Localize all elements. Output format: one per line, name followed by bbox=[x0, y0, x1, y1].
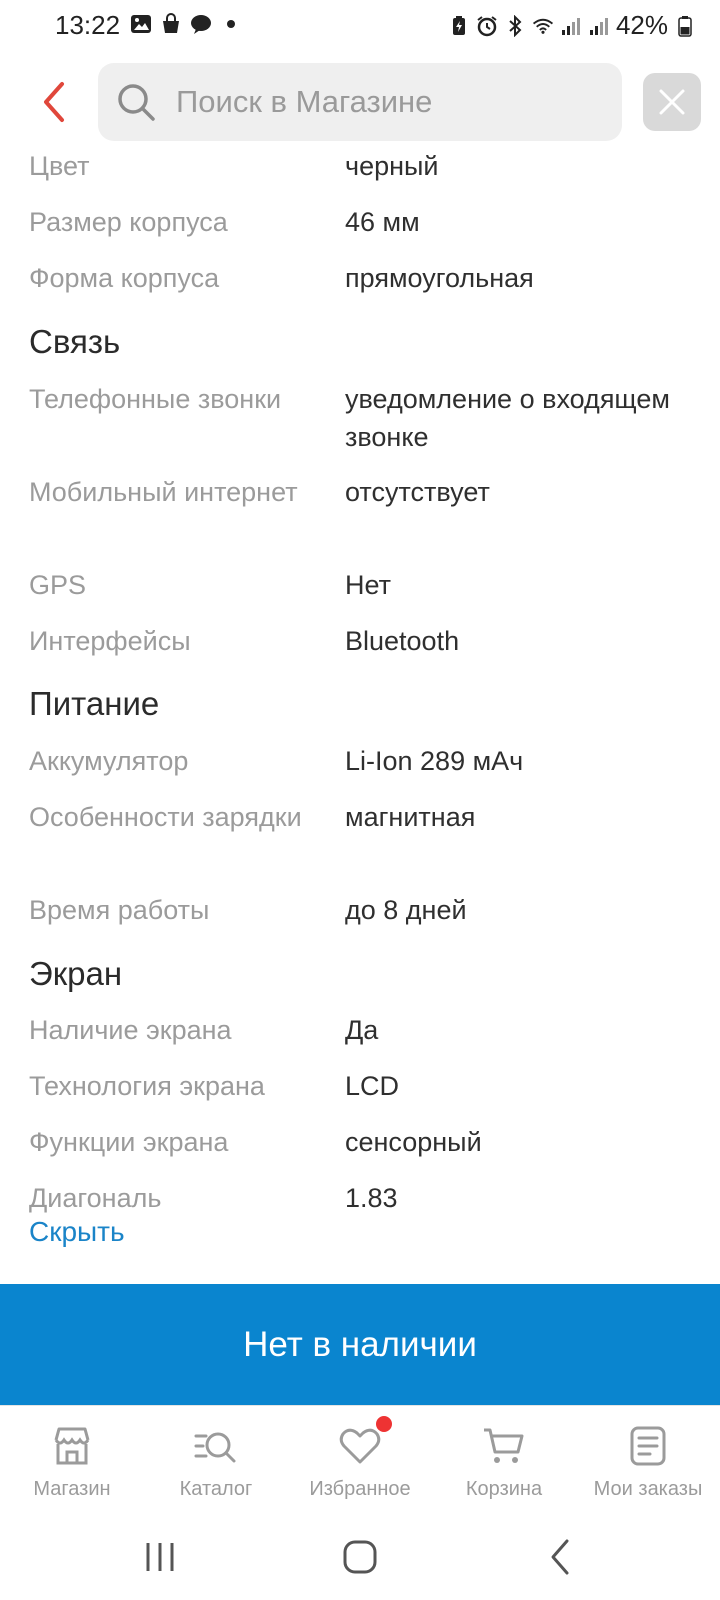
spec-value: 46 мм bbox=[345, 207, 420, 237]
nav-item-favorites[interactable]: Избранное bbox=[288, 1406, 432, 1516]
spec-label: Мобильный интернет bbox=[29, 477, 298, 507]
cart-icon bbox=[482, 1424, 526, 1468]
battery-percent: 42% bbox=[615, 10, 668, 40]
search-input[interactable] bbox=[176, 77, 596, 127]
spec-label: Цвет bbox=[29, 151, 90, 181]
spec-value: Нет bbox=[345, 570, 391, 600]
nav-label: Мои заказы bbox=[593, 1478, 703, 1500]
spec-value: Li-Ion 289 мАч bbox=[345, 746, 524, 776]
home-icon bbox=[343, 1540, 377, 1574]
nav-label: Корзина bbox=[465, 1478, 543, 1500]
spec-label: Диагональ bbox=[29, 1183, 162, 1213]
catalog-search-icon bbox=[194, 1424, 238, 1468]
chevron-left-icon bbox=[44, 82, 64, 122]
spec-label: Аккумулятор bbox=[29, 746, 189, 776]
store-icon bbox=[50, 1424, 94, 1468]
signal-icon bbox=[588, 15, 610, 37]
search-header bbox=[0, 52, 720, 150]
shopping-bag-icon bbox=[160, 13, 182, 35]
out-of-stock-button[interactable]: Нет в наличии bbox=[0, 1284, 720, 1405]
battery-icon bbox=[674, 15, 696, 37]
section-title-ekran: Экран bbox=[29, 955, 123, 992]
wifi-icon bbox=[532, 15, 554, 37]
spec-value: 1.83 bbox=[345, 1183, 398, 1213]
system-navigation-bar bbox=[0, 1515, 720, 1600]
spec-label: Телефонные звонки bbox=[29, 384, 282, 414]
status-time: 13:22 bbox=[55, 10, 121, 40]
spec-label: Размер корпуса bbox=[29, 207, 228, 237]
heart-icon bbox=[338, 1416, 392, 1468]
spec-value: прямоугольная bbox=[345, 263, 534, 293]
back-icon bbox=[551, 1539, 569, 1575]
nav-item-cart[interactable]: Корзина bbox=[432, 1406, 576, 1516]
nav-label: Избранное bbox=[309, 1478, 411, 1500]
orders-icon bbox=[626, 1424, 670, 1468]
spec-value: Да bbox=[345, 1015, 379, 1045]
back-button[interactable] bbox=[28, 72, 78, 132]
specifications-list: Цвет черный Размер корпуса 46 мм Форма к… bbox=[0, 150, 720, 1284]
nav-item-catalog[interactable]: Каталог bbox=[144, 1406, 288, 1516]
spec-label: Наличие экрана bbox=[29, 1015, 232, 1045]
home-button[interactable] bbox=[330, 1535, 390, 1579]
battery-saver-icon bbox=[448, 15, 470, 37]
chat-icon bbox=[190, 13, 212, 35]
nav-item-orders[interactable]: Мои заказы bbox=[576, 1406, 720, 1516]
spec-value: LCD bbox=[345, 1071, 400, 1101]
spec-value: черный bbox=[345, 151, 439, 181]
spec-label: Функции экрана bbox=[29, 1127, 229, 1157]
spec-label: Время работы bbox=[29, 895, 210, 925]
spec-value: отсутствует bbox=[345, 477, 490, 507]
bottom-navigation: Магазин Каталог Избранное Корзина Мои за… bbox=[0, 1405, 720, 1515]
clear-search-button[interactable] bbox=[643, 73, 701, 131]
nav-item-store[interactable]: Магазин bbox=[0, 1406, 144, 1516]
nav-label: Каталог bbox=[179, 1478, 253, 1500]
spec-value: Bluetooth bbox=[345, 626, 460, 656]
spec-label: Технология экрана bbox=[29, 1071, 265, 1101]
close-icon bbox=[659, 89, 685, 115]
section-title-svyaz: Связь bbox=[29, 323, 121, 360]
status-notification-icons bbox=[130, 13, 242, 35]
spec-label: Особенности зарядки bbox=[29, 802, 302, 832]
search-box[interactable] bbox=[98, 63, 622, 141]
section-title-pitanie: Питание bbox=[29, 685, 160, 722]
search-icon bbox=[118, 84, 155, 121]
spec-label: Интерфейсы bbox=[29, 626, 191, 656]
recent-apps-button[interactable] bbox=[130, 1535, 190, 1579]
spec-label: GPS bbox=[29, 570, 87, 600]
nav-label: Магазин bbox=[33, 1478, 111, 1500]
spec-value: магнитная bbox=[345, 802, 476, 832]
spec-value: уведомление о входящем звонке bbox=[345, 384, 670, 452]
alarm-icon bbox=[476, 15, 498, 37]
status-system-icons: 42% bbox=[448, 10, 696, 41]
spec-label: Форма корпуса bbox=[29, 263, 220, 293]
gallery-icon bbox=[130, 13, 152, 35]
bluetooth-icon bbox=[504, 14, 526, 37]
spec-value: до 8 дней bbox=[345, 895, 467, 925]
dot-icon bbox=[220, 13, 242, 35]
hide-specs-link[interactable]: Скрыть bbox=[29, 1216, 125, 1248]
signal-icon bbox=[560, 15, 582, 37]
system-back-button[interactable] bbox=[530, 1535, 590, 1579]
status-bar: 13:22 42% bbox=[0, 0, 720, 52]
recent-apps-icon bbox=[146, 1543, 174, 1571]
spec-value: сенсорный bbox=[345, 1127, 482, 1157]
notification-badge bbox=[376, 1416, 392, 1432]
